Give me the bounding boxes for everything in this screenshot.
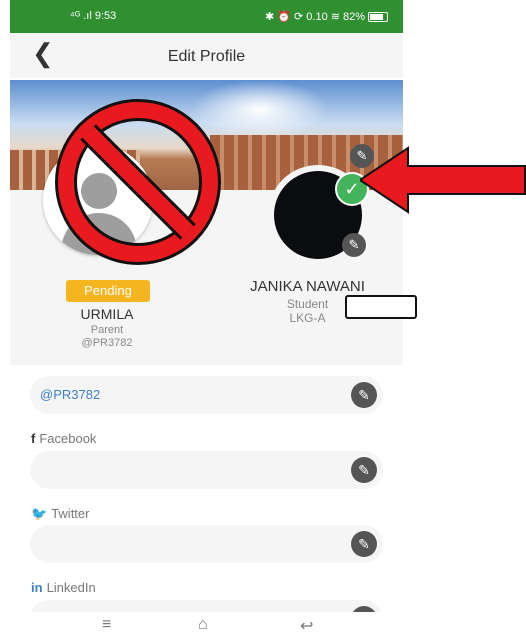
status-icons: ✱ ⏰ ⟳ 0.10 ≋ 82%	[265, 11, 366, 23]
pending-badge: Pending	[66, 280, 150, 302]
username-field[interactable]: @PR3782 ✎	[30, 376, 383, 414]
linkedin-icon: in	[31, 580, 43, 595]
edit-facebook-button[interactable]: ✎	[351, 457, 377, 483]
facebook-label: f Facebook	[31, 431, 96, 446]
twitter-icon: 🐦	[31, 506, 48, 521]
facebook-field[interactable]: ✎	[30, 451, 383, 489]
parent-handle: @PR3782	[81, 337, 133, 349]
facebook-label-text: Facebook	[39, 431, 97, 446]
twitter-field[interactable]: ✎	[30, 525, 383, 563]
linkedin-label: in LinkedIn	[31, 580, 96, 595]
facebook-icon: f	[31, 431, 36, 446]
twitter-label-text: Twitter	[51, 506, 90, 521]
edit-username-button[interactable]: ✎	[351, 382, 377, 408]
home-icon[interactable]: ⌂	[198, 616, 208, 634]
phone-screen: ⁴ᴳ .ıl 9:53 ✱ ⏰ ⟳ 0.10 ≋ 82% ❮ Edit Prof…	[10, 0, 403, 637]
username-value: @PR3782	[40, 387, 101, 402]
edit-avatar-button[interactable]: ✎	[342, 233, 366, 257]
prohibited-icon	[55, 99, 221, 265]
linkedin-label-text: LinkedIn	[46, 580, 96, 595]
battery-icon	[368, 12, 389, 23]
parent-name: URMILA	[80, 306, 134, 322]
system-navbar: ≡ ⌂ ↩	[10, 612, 403, 637]
app-header: ❮ Edit Profile	[10, 33, 403, 78]
edit-twitter-button[interactable]: ✎	[351, 531, 377, 557]
page-title: Edit Profile	[167, 48, 246, 65]
parent-role: Parent	[90, 324, 124, 336]
annotation-arrow-icon	[360, 146, 526, 214]
status-bar: ⁴ᴳ .ıl 9:53 ✱ ⏰ ⟳ 0.10 ≋ 82%	[10, 0, 403, 33]
menu-icon[interactable]: ≡	[102, 616, 111, 634]
status-right: ✱ ⏰ ⟳ 0.10 ≋ 82%	[265, 10, 389, 23]
back-nav-icon[interactable]: ↩	[300, 616, 313, 636]
student-name: JANIKA NAWANI	[250, 278, 365, 295]
status-left: ⁴ᴳ .ıl 9:53	[70, 10, 117, 22]
twitter-label: 🐦 Twitter	[31, 506, 89, 522]
annotation-box	[345, 295, 417, 319]
